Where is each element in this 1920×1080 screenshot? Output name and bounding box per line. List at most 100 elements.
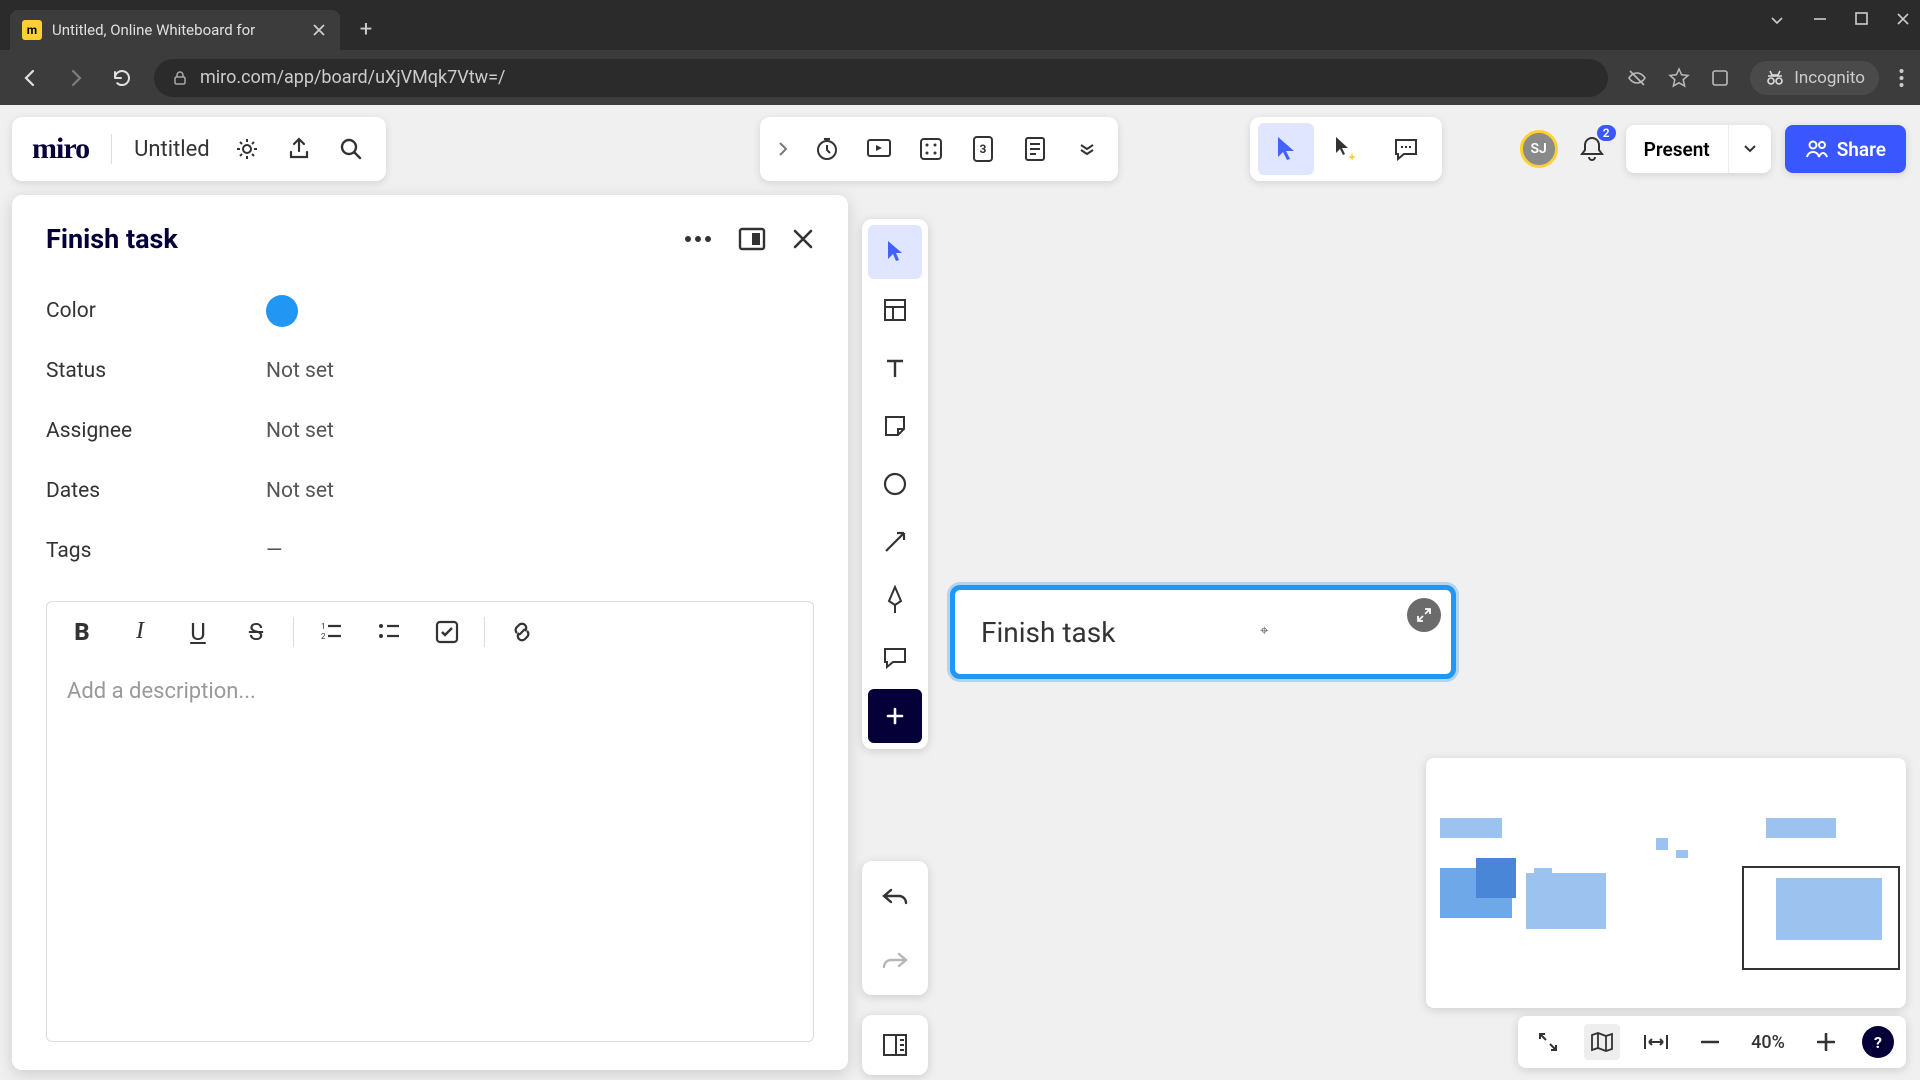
- nav-back-icon[interactable]: [16, 64, 44, 92]
- browser-tab[interactable]: m Untitled, Online Whiteboard for: [10, 10, 340, 50]
- board-name[interactable]: Untitled: [134, 137, 210, 162]
- estimation-icon[interactable]: 3: [968, 134, 998, 164]
- color-row[interactable]: Color: [46, 281, 814, 341]
- voting-icon[interactable]: [916, 134, 946, 164]
- ordered-list-button[interactable]: 12: [304, 610, 358, 654]
- maximize-icon[interactable]: [1855, 12, 1868, 28]
- fullscreen-icon[interactable]: [1530, 1024, 1566, 1060]
- select-tool-icon[interactable]: [868, 225, 922, 279]
- share-button[interactable]: Share: [1785, 125, 1906, 173]
- minimize-icon[interactable]: [1813, 12, 1827, 28]
- help-button[interactable]: ?: [1862, 1026, 1894, 1058]
- present-button[interactable]: Present: [1626, 138, 1728, 161]
- bookmark-star-icon[interactable]: [1668, 67, 1690, 89]
- export-icon[interactable]: [284, 134, 314, 164]
- tags-label: Tags: [46, 539, 266, 563]
- miro-logo[interactable]: miro: [32, 132, 89, 166]
- timer-icon[interactable]: [812, 134, 842, 164]
- magic-cursor-icon[interactable]: [1318, 123, 1374, 175]
- close-window-icon[interactable]: [1896, 12, 1910, 28]
- undo-icon[interactable]: [868, 869, 922, 923]
- card-title[interactable]: Finish task: [46, 223, 178, 255]
- color-label: Color: [46, 299, 266, 323]
- present-dropdown-icon[interactable]: [1728, 125, 1771, 173]
- canvas-band-green: [848, 185, 1448, 275]
- notifications-button[interactable]: 2: [1572, 129, 1612, 169]
- presence-bar: SJ 2 Present Share: [1520, 117, 1906, 181]
- dates-row[interactable]: Dates Not set: [46, 461, 814, 521]
- nav-forward-icon[interactable]: [62, 64, 90, 92]
- comment-tool-icon[interactable]: [868, 631, 922, 685]
- presentation-icon[interactable]: [864, 134, 894, 164]
- bold-button[interactable]: B: [55, 610, 109, 654]
- sticky-note-tool-icon[interactable]: [868, 399, 922, 453]
- assignee-row[interactable]: Assignee Not set: [46, 401, 814, 461]
- text-tool-icon[interactable]: [868, 341, 922, 395]
- incognito-badge[interactable]: Incognito: [1750, 61, 1879, 95]
- chevron-down-icon[interactable]: [1769, 12, 1785, 28]
- chevron-right-icon[interactable]: [776, 139, 790, 159]
- minimap-viewport[interactable]: [1742, 866, 1900, 970]
- tags-row[interactable]: Tags —: [46, 521, 814, 581]
- unordered-list-button[interactable]: [362, 610, 416, 654]
- tab-close-icon[interactable]: [310, 21, 328, 39]
- apps-more-chevron-icon[interactable]: [1072, 134, 1102, 164]
- more-options-icon[interactable]: [684, 235, 712, 243]
- app-header: miro Untitled: [12, 117, 386, 181]
- frames-toggle[interactable]: [862, 1015, 928, 1075]
- incognito-label: Incognito: [1794, 68, 1865, 88]
- checklist-button[interactable]: [420, 610, 474, 654]
- new-tab-button[interactable]: +: [348, 11, 384, 47]
- notes-icon[interactable]: [1020, 134, 1050, 164]
- browser-toolbar: miro.com/app/board/uXjVMqk7Vtw=/ Incogni…: [0, 50, 1920, 105]
- minimap[interactable]: [1426, 758, 1906, 1008]
- fit-width-icon[interactable]: [1638, 1024, 1674, 1060]
- status-row[interactable]: Status Not set: [46, 341, 814, 401]
- share-label: Share: [1837, 138, 1886, 161]
- zoom-percent[interactable]: 40%: [1746, 1032, 1790, 1053]
- more-tools-icon[interactable]: [868, 689, 922, 743]
- underline-button[interactable]: U: [171, 610, 225, 654]
- comment-icon[interactable]: [1378, 123, 1434, 175]
- address-bar[interactable]: miro.com/app/board/uXjVMqk7Vtw=/: [154, 59, 1608, 97]
- eye-off-icon[interactable]: [1626, 67, 1648, 89]
- frames-icon: [881, 1032, 909, 1058]
- reload-icon[interactable]: [108, 64, 136, 92]
- settings-gear-icon[interactable]: [232, 134, 262, 164]
- people-icon: [1805, 139, 1829, 159]
- strikethrough-button[interactable]: S: [229, 610, 283, 654]
- zoom-in-icon[interactable]: [1808, 1024, 1844, 1060]
- app-viewport: or miro Untitled 3 SJ 2 Present: [0, 105, 1920, 1080]
- minimap-toggle-icon[interactable]: [1584, 1024, 1620, 1060]
- status-label: Status: [46, 359, 266, 383]
- user-avatar[interactable]: SJ: [1520, 130, 1558, 168]
- italic-button[interactable]: I: [113, 610, 167, 654]
- templates-tool-icon[interactable]: [868, 283, 922, 337]
- extensions-icon[interactable]: [1710, 68, 1730, 88]
- card-expand-icon[interactable]: [1407, 598, 1441, 632]
- shape-tool-icon[interactable]: [868, 457, 922, 511]
- browser-menu-icon[interactable]: [1899, 68, 1904, 88]
- connector-tool-icon[interactable]: [868, 515, 922, 569]
- browser-titlebar: m Untitled, Online Whiteboard for +: [0, 0, 1920, 50]
- search-icon[interactable]: [336, 134, 366, 164]
- assignee-label: Assignee: [46, 419, 266, 443]
- close-panel-icon[interactable]: [792, 228, 814, 250]
- color-swatch[interactable]: [266, 295, 298, 327]
- zoom-out-icon[interactable]: [1692, 1024, 1728, 1060]
- select-cursor-icon[interactable]: [1258, 123, 1314, 175]
- description-toolbar: B I U S 12: [46, 601, 814, 661]
- dates-value: Not set: [266, 479, 334, 503]
- canvas-card[interactable]: Finish task: [950, 585, 1456, 679]
- redo-icon[interactable]: [868, 933, 922, 987]
- svg-text:1: 1: [321, 622, 326, 631]
- dates-label: Dates: [46, 479, 266, 503]
- description-input[interactable]: Add a description...: [46, 661, 814, 1042]
- status-value: Not set: [266, 359, 334, 383]
- pen-tool-icon[interactable]: [868, 573, 922, 627]
- miro-favicon: m: [22, 20, 42, 40]
- link-button[interactable]: [495, 610, 549, 654]
- minimap-shape: [1676, 850, 1688, 858]
- expand-panel-icon[interactable]: [738, 227, 766, 251]
- history-toolbox: [862, 861, 928, 995]
